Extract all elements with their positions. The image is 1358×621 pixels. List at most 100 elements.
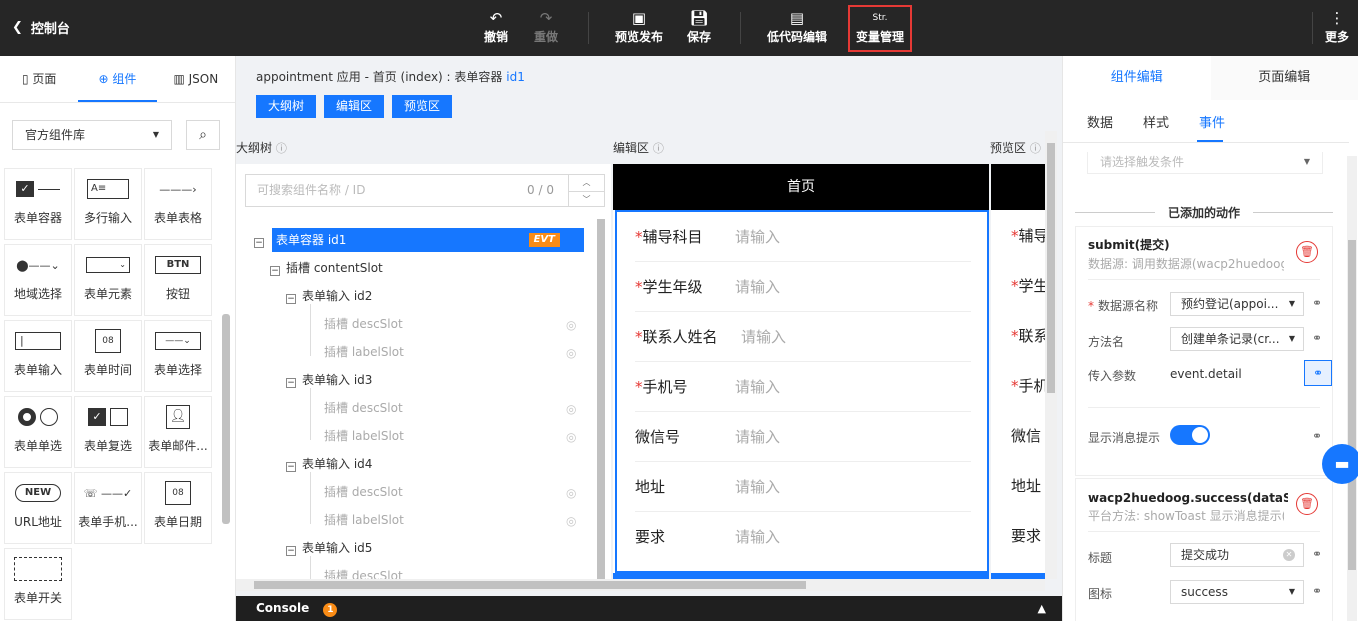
eye-off-icon[interactable]: ◎ [566,486,576,500]
eye-off-icon[interactable]: ◎ [566,430,576,444]
tree-node-slot[interactable]: 插槽 descSlot [324,396,403,420]
eye-off-icon[interactable]: ◎ [566,346,576,360]
link-icon[interactable]: ⚭ [1312,547,1322,561]
trash-icon[interactable]: 🗑︎ [1296,493,1318,515]
component-search-input[interactable]: 可搜索组件名称 / ID 0 / 0 ︿ ﹀ [245,174,605,207]
chevron-up-icon[interactable]: ▲ [1038,596,1046,621]
link-icon[interactable]: ⚭ [1312,429,1322,443]
tab-page-edit[interactable]: 页面编辑 [1211,56,1358,100]
more-button[interactable]: ⋮ 更多 [1317,8,1357,45]
tree-node-slot[interactable]: 插槽 descSlot [324,564,403,579]
tree-node-input[interactable]: − 表单输入 id3 [286,368,372,392]
chevron-down-icon[interactable]: ﹀ [568,191,604,207]
dashed-box-icon [5,549,71,589]
link-icon[interactable]: ⚭ [1304,360,1332,386]
form-field[interactable]: *手机号 请输入 [635,362,971,412]
chevron-up-icon[interactable]: ︿ [568,175,604,191]
component-button[interactable]: BTN 按钮 [144,244,212,316]
tree-node-slot[interactable]: 插槽 labelSlot [324,424,404,448]
caret-down-icon: ▼ [152,130,159,139]
tree-node-content-slot[interactable]: − 插槽 contentSlot [270,256,383,280]
scroll-thumb[interactable] [1348,240,1356,570]
component-form-switch[interactable]: 表单开关 [4,548,72,620]
eye-off-icon[interactable]: ◎ [566,514,576,528]
tree-node-slot[interactable]: 插槽 labelSlot [324,508,404,532]
component-form-time[interactable]: 08 表单时间 [74,320,142,392]
workspace-vertical-scrollbar[interactable] [1045,131,1057,579]
action-subtitle: 数据源: 调用数据源(wacp2huedoog) [1088,257,1284,271]
action-subtitle: 平台方法: showToast 显示消息提示(wap... [1088,509,1284,523]
tree-toggle[interactable]: − [254,228,270,252]
toast-icon-select[interactable]: success ▼ [1170,580,1304,604]
preview-publish-button[interactable]: ▣ 预览发布 [609,8,669,45]
eye-off-icon[interactable]: ◎ [566,318,576,332]
component-form-select[interactable]: ——⌄ 表单选择 [144,320,212,392]
tree-node-input[interactable]: − 表单输入 id5 [286,536,372,560]
toast-title-input[interactable]: 提交成功 ✕ [1170,543,1304,567]
form-field[interactable]: *学生年级 请输入 [635,262,971,312]
tree-guide-line [310,304,311,356]
tree-node-slot[interactable]: 插槽 labelSlot [324,340,404,364]
preview-area-button[interactable]: 预览区 [392,95,452,118]
eye-off-icon[interactable]: ◎ [566,402,576,416]
form-container-selected[interactable]: *辅导科目 请输入 *学生年级 请输入 *联系人姓名 请输入 *手机号 请输入 微信号请… [615,210,989,573]
left-scrollbar[interactable] [222,314,230,524]
redo-button[interactable]: ↷ 重做 [516,8,576,45]
console-bar[interactable]: Console 1 ▲ [236,596,1062,621]
tree-node-input[interactable]: − 表单输入 id2 [286,284,372,308]
component-form-container[interactable]: ✓ 表单容器 [4,168,72,240]
outline-scrollbar[interactable] [597,219,605,579]
link-icon[interactable]: ⚭ [1312,296,1322,310]
form-field[interactable]: *辅导科目 请输入 [635,212,971,262]
divider [1088,279,1320,280]
info-icon: ⓘ [275,142,287,155]
tab-page[interactable]: ▯ 页面 [0,56,78,102]
form-field[interactable]: 地址 请输入 [635,462,971,512]
method-select[interactable]: 创建单条记录(cr... ▼ [1170,327,1304,351]
link-icon[interactable]: ⚭ [1312,331,1322,345]
editor-area-button[interactable]: 编辑区 [324,95,384,118]
tree-node-slot[interactable]: 插槽 descSlot [324,312,403,336]
component-form-radio[interactable]: 表单单选 [4,396,72,468]
component-form-element[interactable]: ⌄ 表单元素 [74,244,142,316]
chat-icon[interactable]: ▬ [1322,444,1358,484]
outline-tree-button[interactable]: 大纲树 [256,95,316,118]
scroll-thumb[interactable] [254,581,806,589]
library-select[interactable]: 官方组件库 ▼ [12,120,172,150]
datasource-select[interactable]: 预约登记(appoi... ▼ [1170,292,1304,316]
tab-json[interactable]: ▥ JSON [157,56,235,102]
component-form-table[interactable]: ———› 表单表格 [144,168,212,240]
form-field[interactable]: 微信号 请输入 [635,412,971,462]
search-icon[interactable]: ⌕ [186,120,220,150]
tree-node-input[interactable]: − 表单输入 id4 [286,452,372,476]
toast-toggle[interactable] [1170,425,1210,445]
trigger-select[interactable]: 请选择触发条件 ▼ [1087,152,1323,174]
subtab-events[interactable]: 事件 [1199,112,1225,131]
trash-icon[interactable]: 🗑︎ [1296,241,1318,263]
tab-component-edit[interactable]: 组件编辑 [1063,56,1211,100]
component-region-select[interactable]: ⬤——⌄ 地域选择 [4,244,72,316]
tree-node-slot[interactable]: 插槽 descSlot [324,480,403,504]
component-form-input[interactable]: | 表单输入 [4,320,72,392]
component-url[interactable]: NEW URL地址 [4,472,72,544]
component-form-checkbox[interactable]: ✓ 表单复选 [74,396,142,468]
save-button[interactable]: 💾︎ 保存 [669,8,729,45]
scroll-thumb[interactable] [1047,143,1055,393]
lowcode-edit-button[interactable]: ▤ 低代码编辑 [762,8,832,45]
subtab-data[interactable]: 数据 [1087,112,1113,131]
form-field[interactable]: *联系人姓名 请输入 [635,312,971,362]
tree-node-form-container[interactable]: 表单容器 id1 EVT [272,228,584,252]
component-form-date[interactable]: 08 表单日期 [144,472,212,544]
subtab-style[interactable]: 样式 [1143,112,1169,131]
tab-components[interactable]: ⊕ 组件 [78,56,157,102]
link-icon[interactable]: ⚭ [1312,584,1322,598]
back-to-console-button[interactable]: ❮ 控制台 [12,18,70,37]
component-textarea[interactable]: A≡ 多行输入 [74,168,142,240]
form-field[interactable]: 要求 请输入 [635,512,971,562]
component-form-email[interactable]: 👤︎ 表单邮件... [144,396,212,468]
component-form-phone[interactable]: ☏ ——✓ 表单手机... [74,472,142,544]
right-scrollbar[interactable] [1347,156,1357,621]
workspace: appointment 应用 - 首页 (index) : 表单容器 id1 大… [236,56,1062,621]
collapse-icon: − [286,546,296,556]
workspace-horizontal-scrollbar[interactable] [236,579,1045,591]
